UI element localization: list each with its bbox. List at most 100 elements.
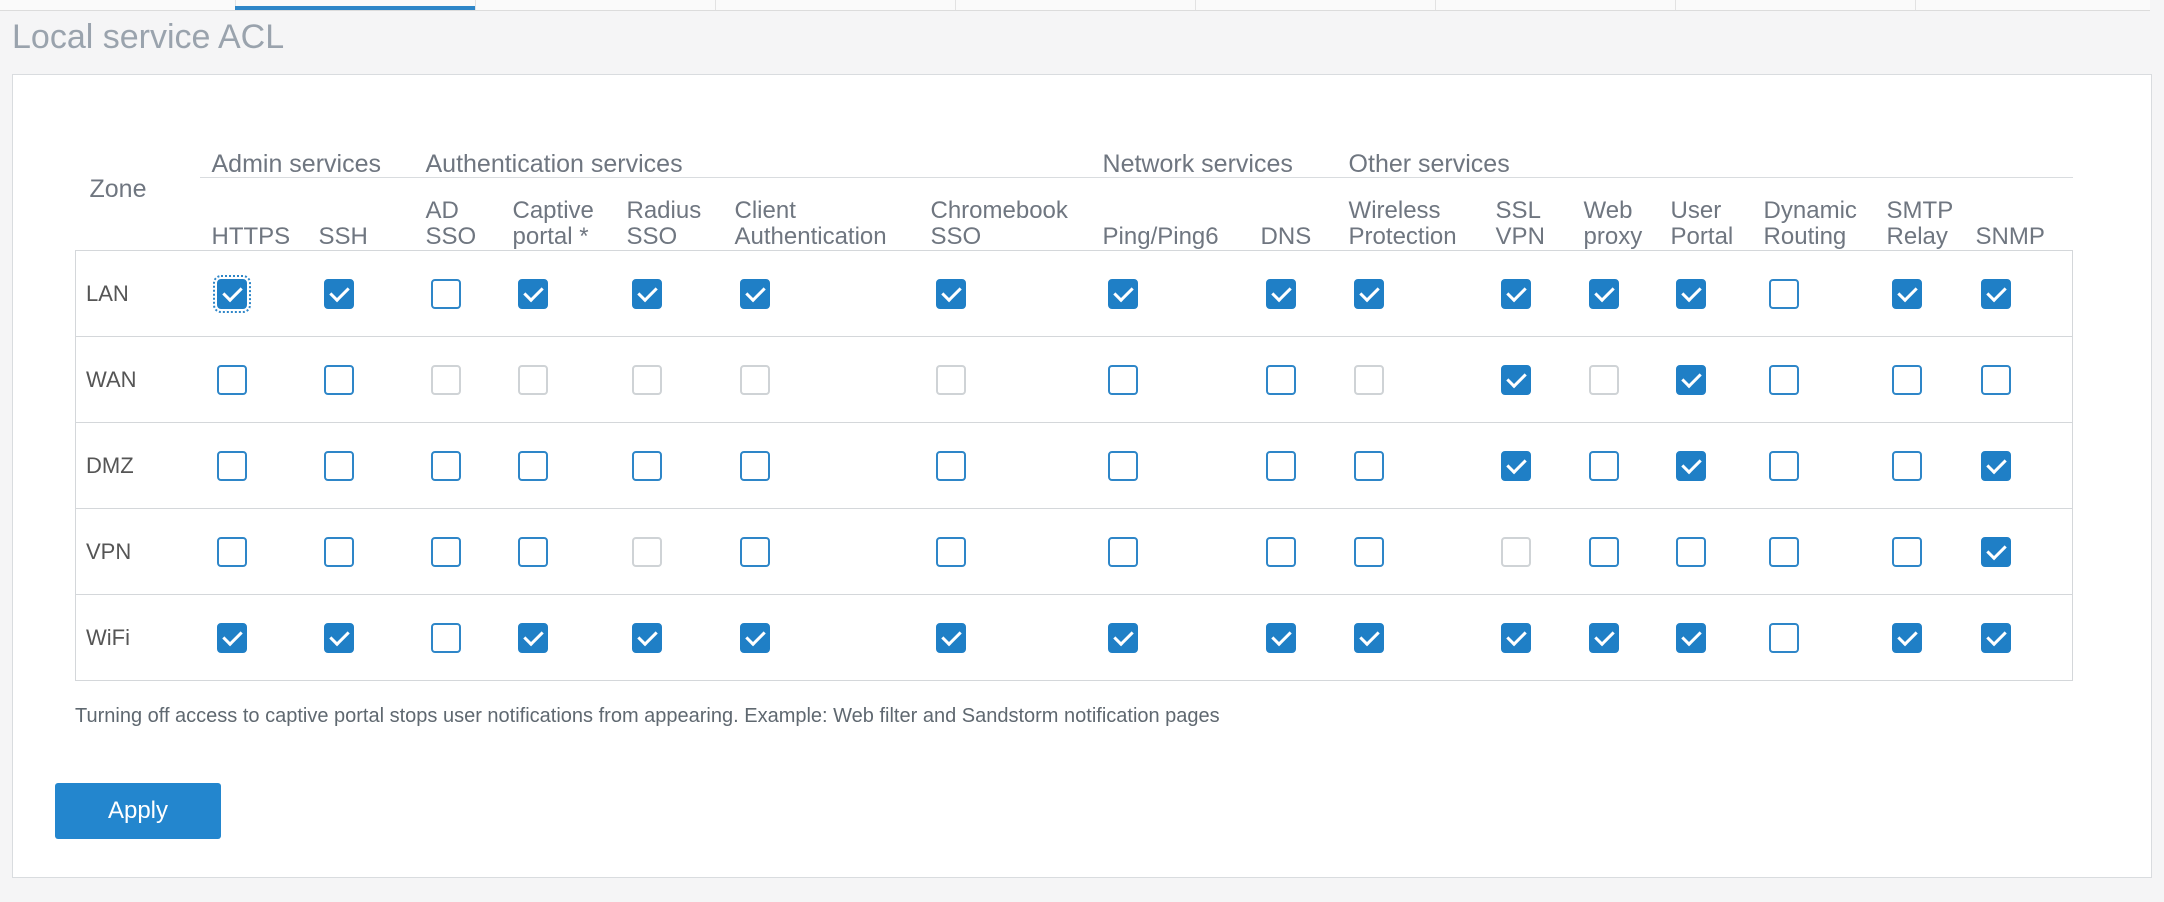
service-checkbox[interactable] — [1980, 364, 2011, 395]
service-checkbox[interactable] — [1768, 278, 1799, 309]
acl-cell — [199, 508, 307, 595]
service-checkbox[interactable] — [430, 278, 461, 309]
service-checkbox[interactable] — [323, 622, 354, 653]
service-checkbox[interactable] — [323, 364, 354, 395]
acl-cell — [1751, 336, 1875, 423]
service-checkbox[interactable] — [1107, 364, 1138, 395]
service-checkbox[interactable] — [1265, 450, 1296, 481]
service-checkbox[interactable] — [1980, 622, 2011, 653]
service-checkbox[interactable] — [1980, 278, 2011, 309]
acl-cell — [500, 250, 615, 337]
apply-button[interactable]: Apply — [55, 783, 221, 839]
service-checkbox[interactable] — [935, 450, 966, 481]
service-checkbox[interactable] — [1588, 536, 1619, 567]
acl-cell — [1963, 336, 2074, 423]
service-checkbox[interactable] — [1107, 622, 1138, 653]
service-checkbox[interactable] — [935, 622, 966, 653]
service-checkbox[interactable] — [1768, 536, 1799, 567]
acl-cell — [1090, 594, 1249, 681]
service-column-header: DNS — [1249, 178, 1337, 251]
service-checkbox[interactable] — [1980, 450, 2011, 481]
acl-table: Zone Admin services Authentication servic… — [75, 127, 2074, 681]
service-label-line: Dynamic — [1763, 197, 1857, 224]
service-checkbox[interactable] — [430, 450, 461, 481]
service-label-line: DNS — [1260, 223, 1312, 250]
service-checkbox[interactable] — [517, 536, 548, 567]
service-label-line: Relay — [1886, 223, 1948, 250]
service-group-label: Authentication services — [413, 127, 1091, 178]
service-checkbox[interactable] — [739, 536, 770, 567]
service-column-header: SNMP — [1964, 178, 2073, 251]
service-checkbox[interactable] — [1588, 450, 1619, 481]
service-checkbox[interactable] — [1500, 278, 1531, 309]
acl-cell — [1571, 594, 1659, 681]
service-checkbox[interactable] — [1107, 450, 1138, 481]
service-column-header: Captive portal * — [501, 178, 615, 251]
service-checkbox[interactable] — [1675, 536, 1706, 567]
service-checkbox[interactable] — [1675, 278, 1706, 309]
service-checkbox[interactable] — [1265, 278, 1296, 309]
service-checkbox[interactable] — [935, 536, 966, 567]
acl-cell — [1248, 336, 1337, 423]
service-checkbox[interactable] — [1768, 450, 1799, 481]
acl-cell — [1090, 422, 1249, 509]
acl-body: LAN WAN DMZ VPN WiFi — [75, 250, 2074, 681]
service-checkbox[interactable] — [1675, 622, 1706, 653]
service-checkbox[interactable] — [1891, 278, 1922, 309]
service-checkbox[interactable] — [1353, 278, 1384, 309]
service-checkbox[interactable] — [1768, 364, 1799, 395]
service-column-header: HTTPS — [200, 178, 307, 251]
active-tab-indicator[interactable] — [235, 6, 475, 10]
service-checkbox[interactable] — [1265, 364, 1296, 395]
service-checkbox[interactable] — [1500, 450, 1531, 481]
service-checkbox[interactable] — [1768, 622, 1799, 653]
service-checkbox[interactable] — [1107, 278, 1138, 309]
service-checkbox[interactable] — [1891, 622, 1922, 653]
service-checkbox[interactable] — [1500, 622, 1531, 653]
table-row: WiFi — [75, 594, 2074, 681]
service-checkbox[interactable] — [1891, 450, 1922, 481]
service-checkbox[interactable] — [1588, 278, 1619, 309]
service-checkbox[interactable] — [517, 450, 548, 481]
acl-cell — [1658, 594, 1752, 681]
service-checkbox[interactable] — [212, 274, 251, 313]
service-checkbox[interactable] — [1107, 536, 1138, 567]
service-checkbox[interactable] — [739, 622, 770, 653]
service-checkbox[interactable] — [1265, 536, 1296, 567]
service-checkbox[interactable] — [1588, 622, 1619, 653]
service-checkbox[interactable] — [1353, 536, 1384, 567]
service-checkbox[interactable] — [1675, 450, 1706, 481]
service-checkbox[interactable] — [1891, 536, 1922, 567]
service-checkbox[interactable] — [1353, 622, 1384, 653]
service-column-header: SMTP Relay — [1875, 178, 1964, 251]
service-checkbox[interactable] — [739, 450, 770, 481]
service-checkbox[interactable] — [216, 450, 247, 481]
acl-cell — [1874, 422, 1964, 509]
acl-cell — [1248, 508, 1337, 595]
service-checkbox[interactable] — [430, 622, 461, 653]
service-checkbox[interactable] — [1891, 364, 1922, 395]
service-checkbox[interactable] — [430, 536, 461, 567]
service-checkbox[interactable] — [1265, 622, 1296, 653]
table-row: WAN — [75, 336, 2074, 423]
service-checkbox[interactable] — [517, 622, 548, 653]
service-checkbox[interactable] — [216, 622, 247, 653]
service-checkbox[interactable] — [631, 622, 662, 653]
service-checkbox[interactable] — [1675, 364, 1706, 395]
service-checkbox[interactable] — [739, 278, 770, 309]
service-checkbox[interactable] — [216, 536, 247, 567]
service-checkbox[interactable] — [935, 278, 966, 309]
service-label-line: Protection — [1348, 223, 1457, 250]
service-checkbox[interactable] — [323, 536, 354, 567]
service-checkbox[interactable] — [1353, 450, 1384, 481]
service-checkbox[interactable] — [323, 450, 354, 481]
service-checkbox[interactable] — [323, 278, 354, 309]
acl-cell — [306, 250, 414, 337]
service-checkbox[interactable] — [631, 278, 662, 309]
service-checkbox[interactable] — [631, 450, 662, 481]
service-checkbox[interactable] — [1500, 364, 1531, 395]
service-checkbox[interactable] — [216, 364, 247, 395]
zone-label: LAN — [75, 250, 200, 337]
service-checkbox[interactable] — [1980, 536, 2011, 567]
service-checkbox[interactable] — [517, 278, 548, 309]
